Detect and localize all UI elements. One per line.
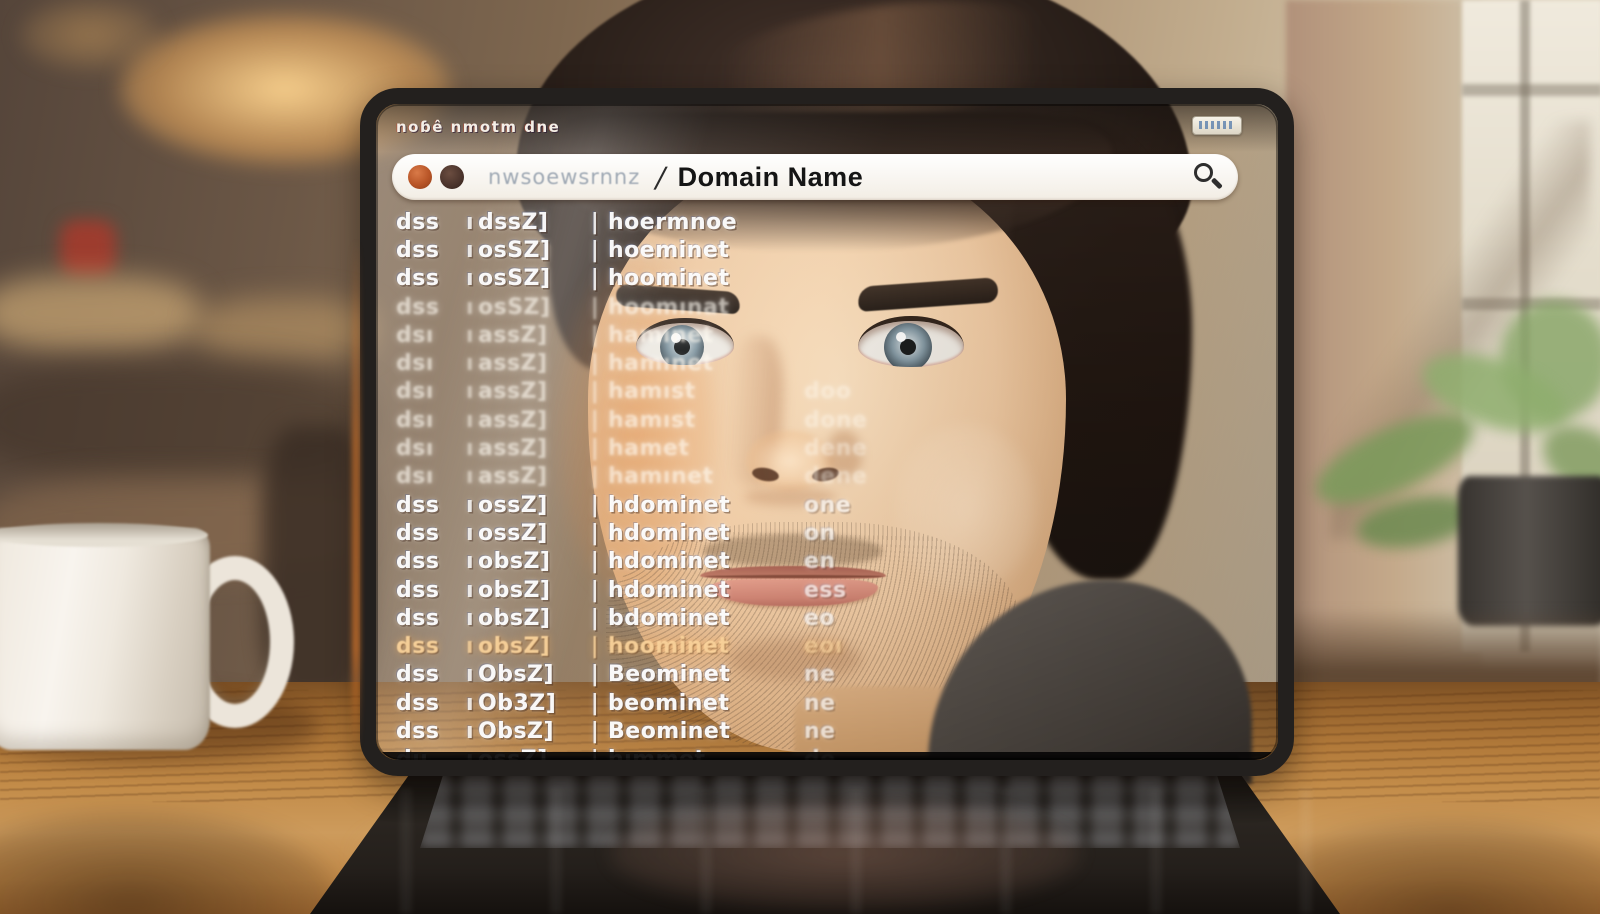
table-shadow	[0, 812, 340, 914]
red-shelf-item	[60, 220, 116, 276]
shelf-highlight	[0, 276, 200, 350]
plant-pot	[1458, 476, 1600, 626]
lamp-glow-secondary	[20, 0, 160, 70]
window-mullion	[1462, 84, 1600, 96]
base-gloss	[330, 788, 1320, 914]
cafe-scene: noɓê nmotm dne nwsoewsrnnz / Domain Name…	[0, 0, 1600, 914]
coffee-mug	[0, 528, 210, 750]
shelf-highlight	[196, 298, 376, 360]
frame-rim-light	[352, 240, 360, 750]
laptop-frame	[360, 88, 1294, 776]
